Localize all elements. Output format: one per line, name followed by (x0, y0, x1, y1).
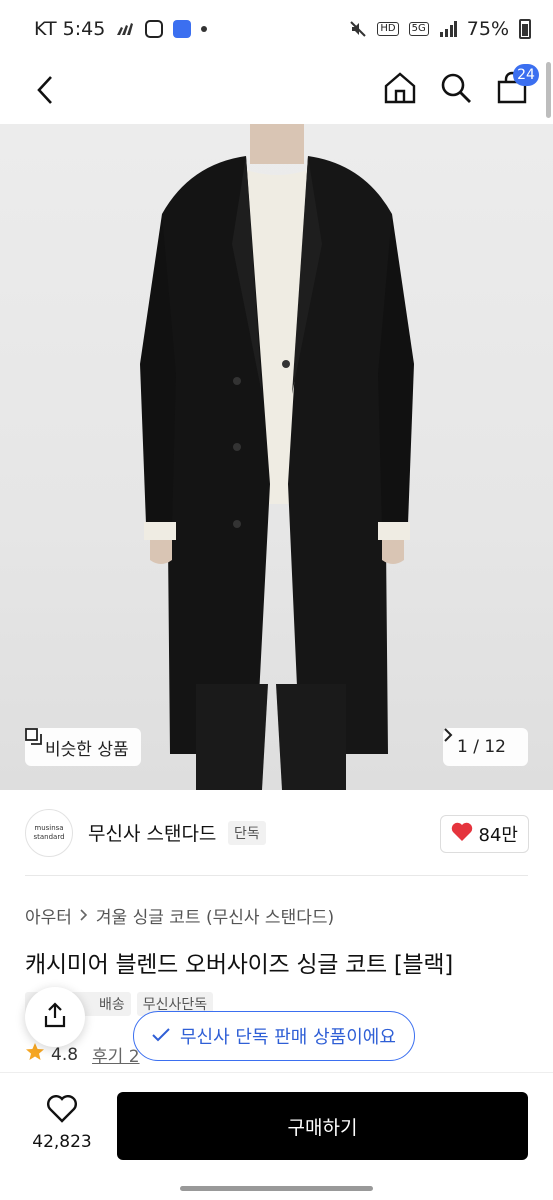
5g-icon: 5G (408, 22, 429, 36)
image-pager[interactable]: 1 / 12 (442, 728, 528, 766)
top-navigation: 24 (0, 58, 553, 124)
adidas-icon (115, 22, 135, 36)
search-icon[interactable] (437, 68, 475, 108)
mute-icon (349, 20, 367, 38)
divider (25, 875, 528, 876)
wishlist-count: 42,823 (32, 1132, 92, 1152)
brand-like-button[interactable]: 84만 (439, 815, 529, 853)
back-icon[interactable] (28, 70, 62, 110)
buy-button[interactable]: 구매하기 (117, 1092, 528, 1160)
brand-name[interactable]: 무신사 스탠다드 (88, 819, 216, 846)
scrollbar[interactable] (546, 62, 551, 118)
product-image[interactable]: 비슷한 상품 1 / 12 (0, 124, 553, 790)
hd-icon: HD (377, 22, 399, 36)
signal-icon (439, 21, 457, 37)
product-title: 캐시미어 블렌드 오버사이즈 싱글 코트 [블랙] (25, 952, 453, 978)
similar-products-label: 비슷한 상품 (45, 739, 129, 760)
review-link[interactable]: 후기 2 (92, 1042, 140, 1067)
home-indicator[interactable] (180, 1186, 373, 1191)
pager-text: 1 / 12 (456, 737, 506, 757)
breadcrumb-category[interactable]: 아우터 (25, 903, 72, 928)
breadcrumb-subcategory[interactable]: 겨울 싱글 코트 (무신사 스탠다드) (96, 903, 334, 928)
battery-percent: 75% (466, 18, 509, 40)
brand-row: musinsa standard 무신사 스탠다드 단독 84만 (0, 805, 553, 861)
model-illustration (140, 124, 414, 790)
status-bar: KT 5:45 HD 5G 75% (0, 0, 553, 58)
battery-icon (519, 19, 531, 39)
dot-icon (201, 26, 208, 32)
rating-value: 4.8 (51, 1044, 79, 1065)
bottom-action-bar: 42,823 구매하기 (0, 1072, 553, 1176)
exclusive-badge: 단독 (228, 821, 266, 845)
check-icon (152, 1026, 170, 1047)
rating-row: 4.8 후기 2 (25, 1042, 140, 1067)
toast-text: 무신사 단독 판매 상품이에요 (180, 1027, 396, 1048)
similar-products-button[interactable]: 비슷한 상품 (25, 728, 141, 766)
share-button[interactable] (25, 987, 85, 1047)
heart-filled-icon (451, 822, 473, 847)
status-time: KT 5:45 (34, 18, 106, 40)
share-icon (43, 1002, 67, 1032)
home-icon[interactable] (381, 68, 419, 108)
brand-like-count: 84만 (478, 825, 518, 846)
app-icon (173, 20, 192, 38)
instagram-icon (145, 20, 164, 38)
brand-logo[interactable]: musinsa standard (25, 809, 73, 857)
chevron-right-icon (80, 906, 88, 926)
wishlist-button[interactable]: 42,823 (26, 1095, 98, 1152)
star-icon (25, 1042, 45, 1067)
exclusive-toast: 무신사 단독 판매 상품이에요 (133, 1011, 415, 1061)
cart-icon[interactable]: 24 (493, 64, 539, 108)
heart-outline-icon (47, 1095, 77, 1128)
breadcrumb: 아우터 겨울 싱글 코트 (무신사 스탠다드) (25, 903, 334, 928)
cart-count-badge: 24 (513, 64, 539, 86)
